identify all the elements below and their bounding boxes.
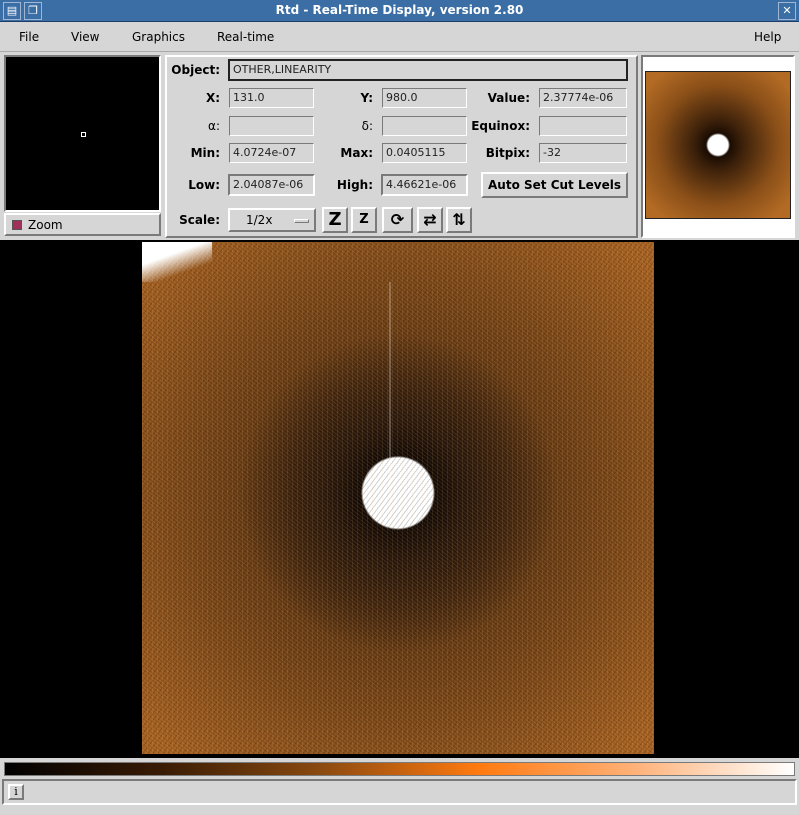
delta-label: δ: <box>361 119 373 133</box>
zoom-toggle[interactable]: Zoom <box>4 213 161 236</box>
image-saturated-corner <box>142 242 212 282</box>
alpha-label: α: <box>208 119 220 133</box>
equinox-label: Equinox: <box>471 119 530 133</box>
menu-file[interactable]: File <box>19 30 39 44</box>
auto-set-cut-levels-button[interactable]: Auto Set Cut Levels <box>481 172 628 198</box>
high-input[interactable]: 4.46621e-06 <box>381 174 468 196</box>
zoom-out-button[interactable]: Z <box>351 207 377 233</box>
zoom-label: Zoom <box>28 218 63 232</box>
zoom-cursor-marker <box>81 132 86 137</box>
y-label: Y: <box>360 91 373 105</box>
rotate-icon[interactable]: ⟳ <box>382 207 413 233</box>
scale-menu-button[interactable]: 1/2x <box>228 208 316 232</box>
object-label: Object: <box>171 63 220 77</box>
min-field[interactable]: 4.0724e-07 <box>229 143 314 163</box>
scale-label: Scale: <box>179 213 220 227</box>
fits-image[interactable] <box>142 242 654 754</box>
flip-x-icon[interactable]: ⇄ <box>417 207 443 233</box>
menu-help[interactable]: Help <box>754 30 781 44</box>
value-field[interactable]: 2.37774e-06 <box>539 88 627 108</box>
max-field[interactable]: 0.0405115 <box>382 143 467 163</box>
object-field[interactable]: OTHER,LINEARITY <box>228 59 628 81</box>
title-bar: ▤ ❐ Rtd - Real-Time Display, version 2.8… <box>0 0 799 22</box>
status-bar: i <box>2 779 797 805</box>
zoom-in-button[interactable]: Z <box>322 207 348 233</box>
colorbar[interactable] <box>4 762 795 776</box>
y-field[interactable]: 980.0 <box>382 88 467 108</box>
scale-value: 1/2x <box>246 213 273 227</box>
min-label: Min: <box>190 146 220 160</box>
delta-field[interactable] <box>382 116 467 136</box>
x-field[interactable]: 131.0 <box>229 88 314 108</box>
alpha-field[interactable] <box>229 116 314 136</box>
high-label: High: <box>336 178 373 192</box>
value-label: Value: <box>487 91 530 105</box>
option-menu-indicator-icon <box>294 219 309 223</box>
zoom-window[interactable] <box>4 55 161 212</box>
window-title: Rtd - Real-Time Display, version 2.80 <box>275 3 524 17</box>
bitpix-field[interactable]: -32 <box>539 143 627 163</box>
low-input[interactable]: 2.04087e-06 <box>228 174 315 196</box>
zoom-checkbox[interactable] <box>12 220 22 230</box>
menu-bar: File View Graphics Real-time Help <box>0 22 799 52</box>
menu-graphics[interactable]: Graphics <box>132 30 185 44</box>
image-noise-texture <box>142 242 654 754</box>
low-label: Low: <box>188 178 220 192</box>
panner-thumbnail[interactable] <box>645 71 791 219</box>
close-icon[interactable]: ✕ <box>778 2 796 20</box>
image-streak <box>389 282 391 482</box>
panner[interactable] <box>641 55 795 238</box>
info-icon[interactable]: i <box>8 784 24 800</box>
flip-y-icon[interactable]: ⇅ <box>446 207 472 233</box>
menu-realtime[interactable]: Real-time <box>217 30 274 44</box>
bitpix-label: Bitpix: <box>485 146 530 160</box>
max-label: Max: <box>340 146 373 160</box>
menu-view[interactable]: View <box>71 30 99 44</box>
x-label: X: <box>205 91 220 105</box>
equinox-field[interactable] <box>539 116 627 136</box>
